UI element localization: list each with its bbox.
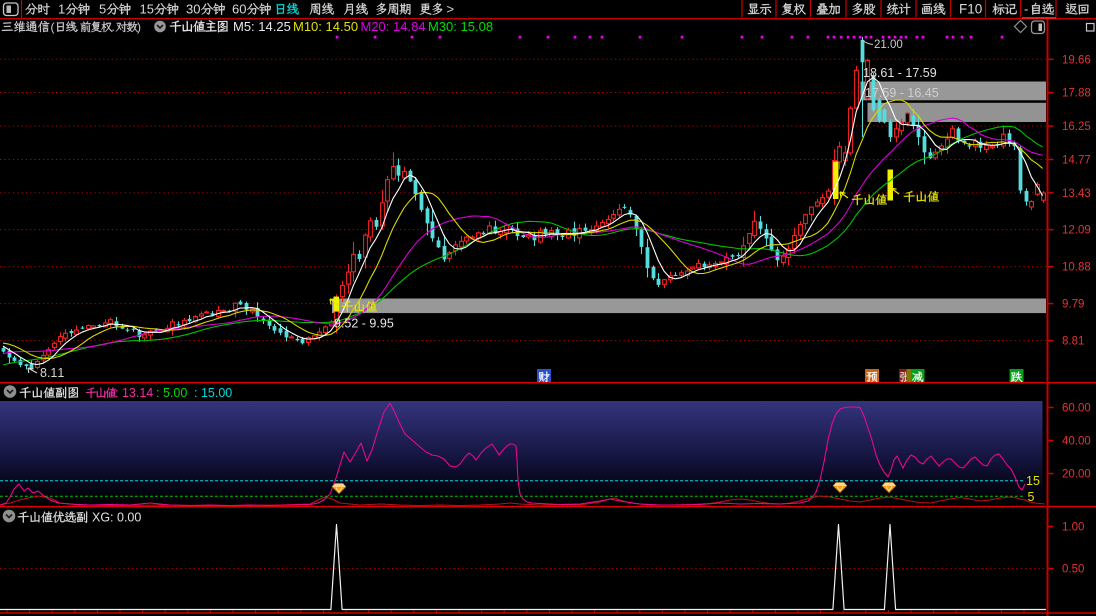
- svg-text:20.00: 20.00: [1062, 469, 1091, 481]
- svg-text:M20: 14.84: M20: 14.84: [361, 19, 426, 34]
- svg-text:XG: 0.00: XG: 0.00: [92, 511, 141, 525]
- svg-text:(: (: [51, 20, 55, 34]
- svg-text:16.25: 16.25: [1062, 121, 1091, 133]
- svg-text:: 13.14: : 13.14: [115, 386, 153, 400]
- svg-text:>: >: [447, 2, 455, 17]
- svg-text:5: 5: [99, 2, 106, 17]
- svg-text:-: -: [1024, 2, 1028, 17]
- svg-text:17.88: 17.88: [1062, 88, 1091, 100]
- svg-text:12.09: 12.09: [1062, 225, 1091, 237]
- svg-text:5: 5: [1028, 490, 1035, 504]
- svg-text:15: 15: [1026, 474, 1040, 488]
- svg-text:9.52 - 9.95: 9.52 - 9.95: [334, 317, 394, 331]
- svg-text:5: 5: [147, 2, 154, 17]
- svg-text:19.66: 19.66: [1062, 54, 1091, 66]
- svg-text:1: 1: [58, 2, 65, 17]
- svg-text:8.11: 8.11: [40, 366, 64, 380]
- svg-text:18.61 - 17.59: 18.61 - 17.59: [863, 66, 937, 80]
- svg-text:9.79: 9.79: [1062, 299, 1084, 311]
- svg-text:21.00: 21.00: [874, 39, 903, 51]
- svg-text:M10: 14.50: M10: 14.50: [293, 19, 358, 34]
- svg-text:: 15.00: : 15.00: [194, 386, 232, 400]
- svg-text:1: 1: [140, 2, 147, 17]
- svg-text:0: 0: [239, 2, 246, 17]
- svg-text:): ): [137, 20, 141, 34]
- svg-text:0: 0: [193, 2, 200, 17]
- svg-text:F10: F10: [959, 2, 982, 17]
- svg-text:0.50: 0.50: [1062, 564, 1084, 576]
- svg-text:13.43: 13.43: [1062, 188, 1091, 200]
- svg-text:M5: 14.25: M5: 14.25: [233, 19, 291, 34]
- svg-text:M30: 15.08: M30: 15.08: [428, 19, 493, 34]
- svg-text:14.77: 14.77: [1062, 155, 1091, 167]
- svg-text:: 5.00: : 5.00: [156, 386, 187, 400]
- svg-text:60.00: 60.00: [1062, 403, 1091, 415]
- svg-text:.: .: [112, 20, 115, 34]
- svg-text:3: 3: [186, 2, 193, 17]
- svg-text:1.00: 1.00: [1062, 522, 1084, 534]
- svg-text:8.81: 8.81: [1062, 336, 1084, 348]
- svg-text:10.88: 10.88: [1062, 262, 1091, 274]
- svg-text:40.00: 40.00: [1062, 436, 1091, 448]
- svg-text:6: 6: [232, 2, 239, 17]
- svg-text:.: .: [76, 20, 79, 34]
- svg-text:17.59 - 16.45: 17.59 - 16.45: [865, 86, 939, 100]
